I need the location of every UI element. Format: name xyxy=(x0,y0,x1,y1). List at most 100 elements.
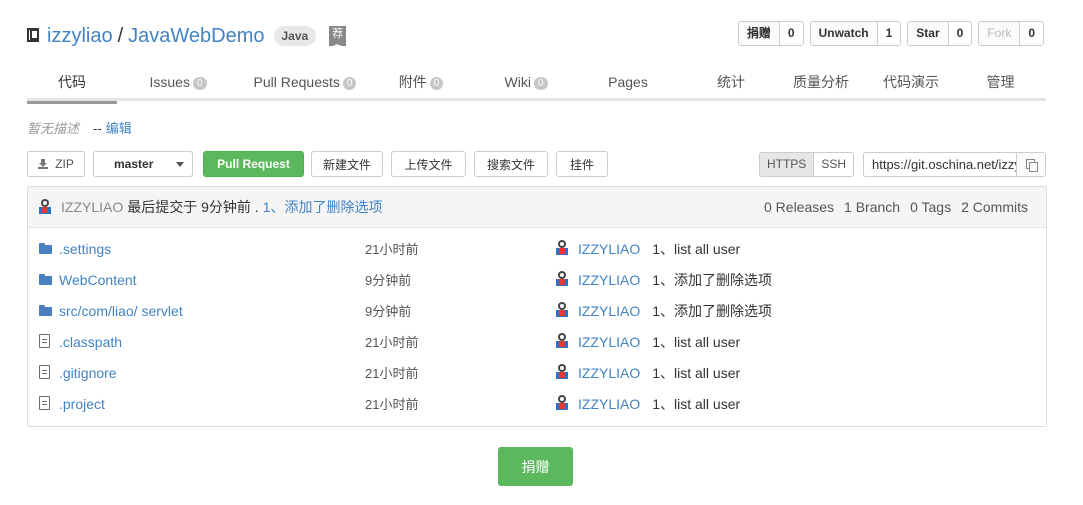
repo-book-icon xyxy=(27,28,41,44)
clone-box: HTTPS SSH https://git.oschina.net/izzyli… xyxy=(758,152,1046,177)
avatar[interactable] xyxy=(555,395,569,412)
tab-wiki-label: Wiki xyxy=(504,74,531,90)
file-name-link[interactable]: WebContent xyxy=(59,272,137,288)
file-path-name: servlet xyxy=(141,302,183,319)
donate-button[interactable]: 捐赠 xyxy=(498,447,573,486)
avatar[interactable] xyxy=(555,271,569,288)
file-name-link[interactable]: .classpath xyxy=(59,334,122,350)
commit-author-link[interactable]: IZZYLIAO xyxy=(578,303,640,319)
tab-attachments[interactable]: 附件 0 xyxy=(371,68,471,101)
commit-message[interactable]: 1、list all user xyxy=(652,332,740,352)
commit-author-link[interactable]: IZZYLIAO xyxy=(578,396,640,412)
repo-header: izzyliao / JavaWebDemo Java 荐 xyxy=(27,22,347,50)
table-row: .classpath 21小时前 IZZYLIAO 1、list all use… xyxy=(28,326,1046,357)
folder-icon xyxy=(39,305,52,316)
tab-code-demo-label: 代码演示 xyxy=(883,74,939,90)
star-stat[interactable]: Star 0 xyxy=(907,21,973,46)
commit-author-link[interactable]: IZZYLIAO xyxy=(578,365,640,381)
avatar[interactable] xyxy=(555,333,569,350)
latest-commit-message[interactable]: 1、添加了删除选项 xyxy=(263,197,383,217)
repo-title: izzyliao / JavaWebDemo xyxy=(47,25,265,48)
commit-author-link[interactable]: IZZYLIAO xyxy=(578,334,640,350)
file-age: 21小时前 xyxy=(365,242,419,257)
releases-link[interactable]: 0 Releases xyxy=(764,199,834,215)
tab-pull-requests-label: Pull Requests xyxy=(253,74,340,90)
new-file-button[interactable]: 新建文件 xyxy=(311,151,383,177)
tab-issues-count: 0 xyxy=(192,77,207,90)
commit-message[interactable]: 1、添加了删除选项 xyxy=(652,301,772,321)
download-zip-label: ZIP xyxy=(55,157,74,171)
tab-manage-label: 管理 xyxy=(986,74,1015,90)
tab-attachments-count: 0 xyxy=(429,77,444,90)
avatar[interactable] xyxy=(555,302,569,319)
file-age: 9分钟前 xyxy=(365,304,412,319)
tab-issues-label: Issues xyxy=(149,74,190,90)
edit-description-link[interactable]: 编辑 xyxy=(106,121,132,136)
repo-name-link[interactable]: JavaWebDemo xyxy=(128,25,264,47)
file-name-link[interactable]: .settings xyxy=(59,241,111,257)
download-icon xyxy=(38,159,49,169)
branch-select-value: master xyxy=(114,157,154,171)
tags-link[interactable]: 0 Tags xyxy=(910,199,951,215)
tab-statistics[interactable]: 统计 xyxy=(675,68,787,101)
latest-commit-author[interactable]: IZZYLIAO xyxy=(61,199,123,215)
latest-commit-bar: IZZYLIAO 最后提交于 9分钟前 . 1、添加了删除选项 0 Releas… xyxy=(28,187,1046,228)
file-last-commit: IZZYLIAO 1、添加了删除选项 xyxy=(555,270,772,290)
tab-quality-analysis-label: 质量分析 xyxy=(793,74,849,90)
avatar[interactable] xyxy=(555,364,569,381)
tab-code-label: 代码 xyxy=(58,74,86,90)
ssh-toggle[interactable]: SSH xyxy=(814,153,853,176)
tab-code-demo[interactable]: 代码演示 xyxy=(855,68,967,101)
repo-description: 暂无描述 -- 编辑 xyxy=(27,118,132,137)
unwatch-stat[interactable]: Unwatch 1 xyxy=(809,21,902,46)
table-row: .settings 21小时前 IZZYLIAO 1、list all user xyxy=(28,233,1046,264)
branches-link[interactable]: 1 Branch xyxy=(844,199,900,215)
donate-stat-count: 0 xyxy=(779,22,803,45)
file-last-commit: IZZYLIAO 1、list all user xyxy=(555,363,740,383)
widget-button[interactable]: 挂件 xyxy=(556,151,608,177)
fork-stat[interactable]: Fork 0 xyxy=(978,21,1044,46)
tab-issues[interactable]: Issues 0 xyxy=(117,68,239,101)
file-icon xyxy=(39,365,50,379)
file-table: IZZYLIAO 最后提交于 9分钟前 . 1、添加了删除选项 0 Releas… xyxy=(27,186,1047,427)
repo-owner-link[interactable]: izzyliao xyxy=(47,25,113,47)
table-row: .project 21小时前 IZZYLIAO 1、list all user xyxy=(28,388,1046,419)
commit-message[interactable]: 1、list all user xyxy=(652,363,740,383)
commits-link[interactable]: 2 Commits xyxy=(961,199,1028,215)
file-age: 21小时前 xyxy=(365,397,419,412)
commit-author-link[interactable]: IZZYLIAO xyxy=(578,241,640,257)
recommend-badge-icon: 荐 xyxy=(329,26,347,48)
tab-pages[interactable]: Pages xyxy=(581,68,675,101)
tab-code[interactable]: 代码 xyxy=(27,68,117,104)
file-name-link[interactable]: .project xyxy=(59,396,105,412)
repo-tabs: 代码 Issues 0 Pull Requests 0 附件 0 Wiki 0 Page… xyxy=(27,68,1046,104)
repo-title-separator: / xyxy=(117,24,124,47)
donate-stat[interactable]: 捐赠 0 xyxy=(737,21,804,46)
commit-author-link[interactable]: IZZYLIAO xyxy=(578,272,640,288)
tab-quality-analysis[interactable]: 质量分析 xyxy=(787,68,855,101)
file-path-prefix: src/com/liao/ xyxy=(59,302,138,319)
https-toggle[interactable]: HTTPS xyxy=(759,153,815,176)
copy-icon[interactable] xyxy=(1016,153,1045,176)
file-name-link[interactable]: .gitignore xyxy=(59,365,117,381)
avatar[interactable] xyxy=(38,198,52,216)
file-age: 21小时前 xyxy=(365,366,419,381)
search-file-button[interactable]: 搜索文件 xyxy=(474,151,548,177)
commit-message[interactable]: 1、添加了删除选项 xyxy=(652,270,772,290)
pull-request-button[interactable]: Pull Request xyxy=(203,151,304,177)
commit-message[interactable]: 1、list all user xyxy=(652,394,740,414)
clone-url-field[interactable]: https://git.oschina.net/izzyliao/JavaWeb… xyxy=(863,152,1046,177)
tab-pull-requests[interactable]: Pull Requests 0 xyxy=(239,68,371,101)
download-zip-button[interactable]: ZIP xyxy=(27,151,85,177)
file-name-link[interactable]: src/com/liao/ servlet xyxy=(59,303,183,319)
tab-pull-requests-count: 0 xyxy=(342,77,357,90)
language-badge[interactable]: Java xyxy=(273,26,317,46)
branch-select[interactable]: master xyxy=(93,151,193,177)
tab-manage[interactable]: 管理 xyxy=(967,68,1034,101)
donate-stat-label: 捐赠 xyxy=(738,22,780,45)
commit-message[interactable]: 1、list all user xyxy=(652,239,740,259)
folder-icon xyxy=(39,274,52,285)
upload-file-button[interactable]: 上传文件 xyxy=(391,151,466,177)
tab-wiki[interactable]: Wiki 0 xyxy=(471,68,581,101)
avatar[interactable] xyxy=(555,240,569,257)
